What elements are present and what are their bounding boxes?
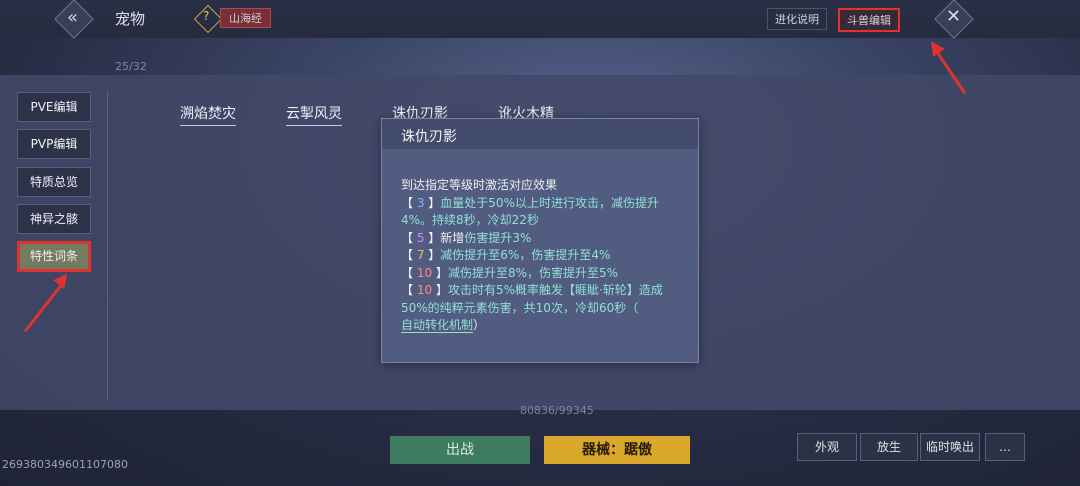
menu-trait-overview[interactable]: 特质总览 [17,167,91,197]
more-button[interactable]: … [985,433,1025,461]
effect-line: 【 3 】血量处于50%以上时进行攻击，减伤提升4%。持续8秒，冷却22秒 [401,195,659,228]
skill-tooltip: 诛仇刃影 到达指定等级时激活对应效果 【 3 】血量处于50%以上时进行攻击，减… [381,118,699,363]
question-icon: ? [203,9,210,23]
menu-trait-entries[interactable]: 特性词条 [17,241,91,272]
skill-tab-2[interactable]: 云掣风灵 [286,103,342,126]
category-tag: 山海经 [220,8,271,28]
menu-divine-remains[interactable]: 神异之骸 [17,204,91,234]
release-button[interactable]: 放生 [860,433,918,461]
effect-line: 【 10 】减伤提升至8%，伤害提升至5% [401,265,619,280]
close-icon: ✕ [946,6,962,27]
skill-tab-1[interactable]: 溯焰焚灾 [180,103,236,126]
pet-count: 25/32 [115,60,147,73]
back-chevron-icon: « [67,7,79,28]
effect-line: 自动转化机制） [401,318,486,333]
auto-convert-link[interactable]: 自动转化机制 [401,318,474,333]
appearance-button[interactable]: 外观 [797,433,857,461]
divider [107,90,108,400]
summon-button[interactable]: 临时唤出 [920,433,980,461]
effect-line: 【 7 】减伤提升至6%，伤害提升至4% [401,248,611,262]
tooltip-intro: 到达指定等级时激活对应效果 [401,178,558,192]
hp-readout: 80836/99345 [520,404,594,417]
effect-line: 【 5 】新增伤害提升3% [401,230,532,245]
beast-edit-button[interactable]: 斗兽编辑 [838,8,900,32]
tooltip-title: 诛仇刃影 [401,129,457,145]
menu-pve-edit[interactable]: PVE编辑 [17,92,91,122]
evolve-info-button[interactable]: 进化说明 [767,8,827,30]
page-title: 宠物 [115,10,146,28]
annotation-arrowhead-top [925,37,945,57]
bottom-bar [0,410,1080,486]
tooltip-body: 到达指定等级时激活对应效果 【 3 】血量处于50%以上时进行攻击，减伤提升4%… [401,177,686,335]
top-bar [0,0,1080,38]
equipment-button[interactable]: 器械：踞傲 [544,436,690,464]
effect-line: 【 10 】攻击时有5%概率触发【睚眦·斩轮】造成50%的纯粹元素伤害，共10次… [401,283,663,315]
fight-button[interactable]: 出战 [390,436,530,464]
menu-pvp-edit[interactable]: PVP编辑 [17,129,91,159]
user-id: 269380349601107080 [2,458,128,471]
